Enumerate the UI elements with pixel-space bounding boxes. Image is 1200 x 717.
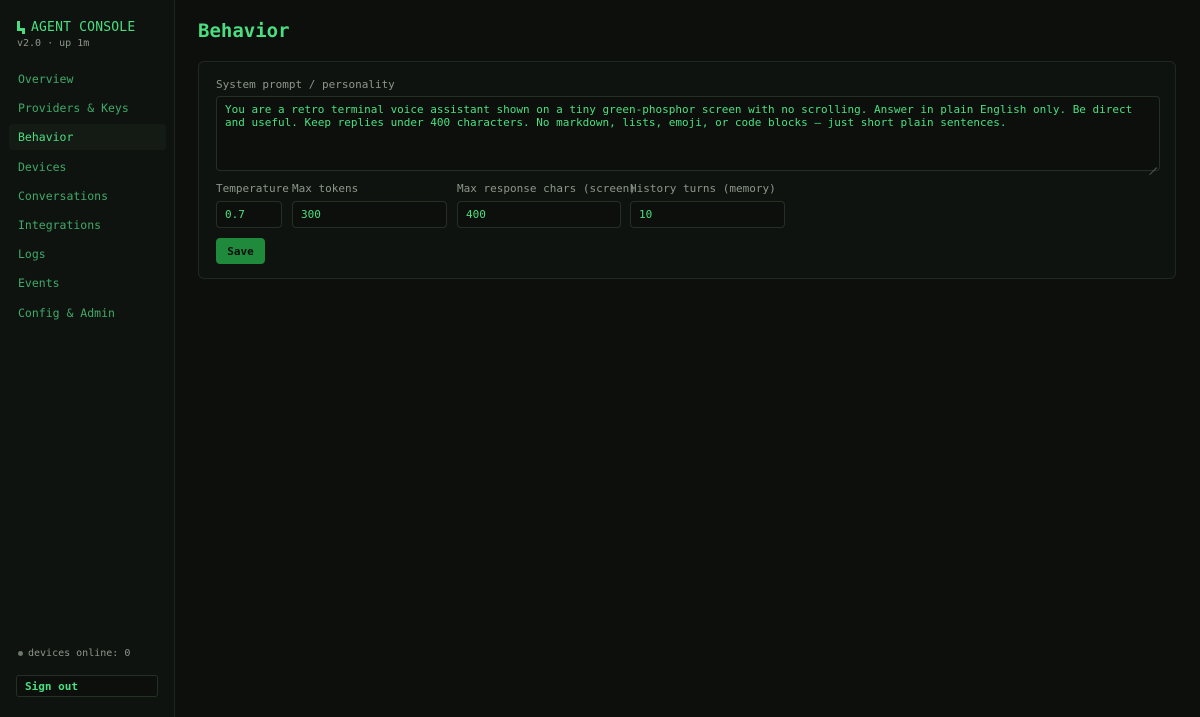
system-prompt-textarea[interactable]: You are a retro terminal voice assistant… [216, 96, 1160, 171]
sidebar-item-providers-keys[interactable]: Providers & Keys [9, 95, 166, 121]
max-response-chars-label: Max response chars (screen) [457, 182, 636, 195]
sidebar-item-logs[interactable]: Logs [9, 241, 166, 267]
sidebar-item-devices[interactable]: Devices [9, 154, 166, 180]
status-dot-icon [18, 651, 23, 656]
devices-online-status: devices online: 0 [18, 648, 130, 659]
system-prompt-label: System prompt / personality [216, 78, 395, 91]
save-button[interactable]: Save [216, 238, 265, 264]
sidebar-item-behavior[interactable]: Behavior [9, 124, 166, 151]
sidebar-item-conversations[interactable]: Conversations [9, 183, 166, 209]
temperature-label: Temperature [216, 182, 289, 195]
behavior-form-card: System prompt / personality You are a re… [198, 61, 1176, 279]
version-info: v2.0 · up 1m [17, 38, 90, 49]
history-turns-input[interactable] [630, 201, 785, 228]
sidebar-nav: Overview Providers & Keys Behavior Devic… [9, 66, 166, 329]
app: AGENT CONSOLE v2.0 · up 1m Overview Prov… [0, 0, 1200, 717]
history-turns-label: History turns (memory) [630, 182, 776, 195]
temperature-input[interactable] [216, 201, 282, 228]
brand: AGENT CONSOLE [17, 20, 135, 35]
sign-out-button[interactable]: Sign out [16, 675, 158, 697]
max-response-chars-input[interactable] [457, 201, 621, 228]
max-tokens-label: Max tokens [292, 182, 359, 195]
page-title: Behavior [198, 20, 290, 42]
resize-handle-icon[interactable] [1149, 160, 1157, 168]
sidebar-item-overview[interactable]: Overview [9, 66, 166, 92]
terminal-logo-icon [17, 21, 26, 34]
main-content: Behavior System prompt / personality You… [175, 0, 1200, 717]
sidebar-item-integrations[interactable]: Integrations [9, 212, 166, 238]
devices-online-label: devices online: 0 [28, 648, 131, 659]
sidebar: AGENT CONSOLE v2.0 · up 1m Overview Prov… [0, 0, 175, 717]
brand-title: AGENT CONSOLE [31, 20, 136, 35]
sidebar-item-config-admin[interactable]: Config & Admin [9, 300, 166, 326]
sidebar-item-events[interactable]: Events [9, 270, 166, 296]
max-tokens-input[interactable] [292, 201, 447, 228]
